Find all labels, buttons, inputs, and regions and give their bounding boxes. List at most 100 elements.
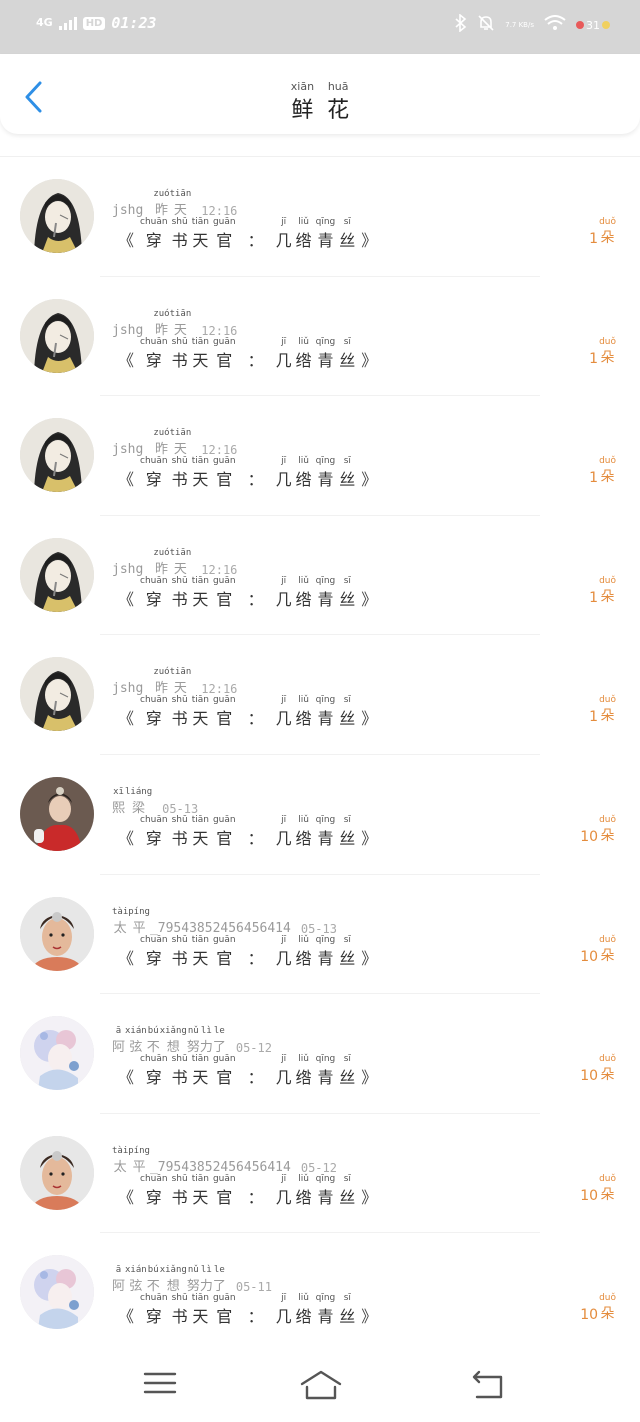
title-char: tiān 天 (191, 217, 209, 250)
title-char: shū 书 (171, 217, 188, 250)
list-item[interactable]: jshg zuó 昨 tiān 天 12:16 《 chuān 穿 shū 书 tiān 天 guān 官 … (0, 516, 640, 636)
title-colon: ： (247, 350, 264, 370)
list-item[interactable]: jshg zuó 昨 tiān 天 12:16 《 chuān 穿 shū 书 tiān 天 guān 官 … (0, 157, 640, 277)
title-char: tiān 天 (191, 1173, 209, 1207)
title-colon: ： (247, 470, 264, 490)
username-char: lì 力 (199, 1026, 213, 1056)
title-char: jī 几 (275, 695, 292, 729)
avatar[interactable] (20, 418, 94, 493)
username-char: tài 太 (112, 1145, 129, 1175)
list-item[interactable]: ā 阿 xián 弦 bú 不 xiǎng 想 nǔ 努 lì 力 le 了 05-11 《 chuān 穿 shū… (0, 1233, 640, 1353)
signal-icon (58, 16, 77, 30)
avatar[interactable] (20, 1016, 94, 1091)
count-unit: duǒ 朵 (599, 456, 616, 486)
username: xī 熙 liáng 梁 (112, 787, 152, 816)
title-char: sī 丝 (339, 456, 356, 490)
avatar[interactable] (20, 298, 94, 373)
avatar[interactable] (20, 1255, 94, 1330)
count-unit: duǒ 朵 (599, 695, 616, 725)
username-char: bú 不 (146, 1265, 160, 1295)
title-char: liǔ 绺 (295, 1293, 312, 1327)
title-char: jī 几 (275, 336, 292, 370)
title-char: liǔ 绺 (295, 575, 312, 609)
time-day: zuó 昨 tiān 天 (153, 547, 192, 577)
title-colon: ： (247, 948, 264, 968)
wifi-icon (544, 15, 566, 35)
title-char: tiān 天 (191, 934, 209, 968)
title-colon: ： (247, 1068, 264, 1088)
title-char: shū 书 (171, 575, 188, 609)
title-char: chuān 穿 (140, 695, 168, 729)
close-bracket: 》 (361, 1187, 378, 1207)
book-title: 《 chuān 穿 shū 书 tiān 天 guān 官 ： jī 几 liǔ 绺 qīng 青 sī 丝》 (116, 935, 379, 969)
title-char: liǔ 绺 (295, 1173, 312, 1207)
title-char: shū 书 (171, 934, 188, 968)
close-bracket: 》 (361, 1307, 378, 1327)
username: ā 阿 xián 弦 bú 不 xiǎng 想 nǔ 努 lì 力 le 了 (112, 1026, 226, 1055)
close-bracket: 》 (361, 589, 378, 609)
close-bracket: 》 (361, 828, 378, 848)
title-char: tiān 天 (191, 1054, 209, 1088)
title-char: sī 丝 (339, 336, 356, 370)
username: jshg (112, 681, 144, 697)
list-item[interactable]: tài 太 píng 平 _79543852456456414 05-13 《 chuān 穿 s… (0, 875, 640, 995)
count-value: 1 (589, 589, 599, 606)
title-char: guān 官 (212, 1173, 236, 1207)
username-char: lì 力 (199, 1265, 213, 1295)
book-title: 《 chuān 穿 shū 书 tiān 天 guān 官 ： jī 几 liǔ 绺 qīng 青 sī 丝》 (116, 815, 379, 849)
title-char: jī 几 (275, 575, 292, 609)
title-colon: ： (247, 1187, 264, 1207)
home-button[interactable] (298, 1368, 344, 1402)
back-nav-button[interactable] (470, 1368, 510, 1402)
bluetooth-icon (455, 13, 467, 36)
title-char: chuān 穿 (140, 456, 168, 490)
avatar[interactable] (20, 179, 94, 253)
username-char: liáng 梁 (125, 786, 153, 816)
username-char: nǔ 努 (186, 1265, 200, 1295)
mute-bell-icon (477, 14, 495, 36)
title-char: shū 书 (171, 695, 188, 729)
title-char: tiān 天 (191, 575, 209, 609)
title-char: liǔ 绺 (295, 217, 312, 250)
title-char: chuān 穿 (140, 217, 168, 250)
title-char: guān 官 (212, 1054, 236, 1088)
count-unit: duǒ 朵 (599, 575, 616, 605)
item-meta: jshg zuó 昨 tiān 天 12:16 (112, 667, 237, 696)
battery-icon: 31 (576, 19, 610, 32)
avatar[interactable] (20, 537, 94, 612)
username: jshg (112, 442, 144, 458)
book-title: 《 chuān 穿 shū 书 tiān 天 guān 官 ： jī 几 liǔ 绺 qīng 青 sī 丝》 (116, 695, 379, 729)
book-title: 《 chuān 穿 shū 书 tiān 天 guān 官 ： jī 几 liǔ 绺 qīng 青 sī 丝》 (116, 456, 379, 490)
title-char: jī 几 (275, 1173, 292, 1207)
avatar[interactable] (20, 896, 94, 971)
avatar[interactable] (20, 776, 94, 851)
list-item[interactable]: xī 熙 liáng 梁 05-13 《 chuān 穿 shū 书 tiān 天 guān 官 ： jī 几… (0, 755, 640, 875)
time-day: zuó 昨 tiān 天 (153, 308, 192, 338)
title-char: liǔ 绺 (295, 456, 312, 490)
list-item[interactable]: tài 太 píng 平 _79543852456456414 05-12 《 chuān 穿 s… (0, 1114, 640, 1234)
list-item[interactable]: jshg zuó 昨 tiān 天 12:16 《 chuān 穿 shū 书 tiān 天 guān 官 … (0, 277, 640, 397)
title-char: sī 丝 (339, 1293, 356, 1327)
title-char: guān 官 (212, 217, 236, 250)
username: tài 太 píng 平 _79543852456456414 (112, 1146, 291, 1175)
return-icon (472, 1370, 503, 1399)
list-item[interactable]: ā 阿 xián 弦 bú 不 xiǎng 想 nǔ 努 lì 力 le 了 05-12 《 chuān 穿 shū… (0, 994, 640, 1114)
title-char: liǔ 绺 (295, 695, 312, 729)
open-bracket: 《 (118, 231, 135, 250)
timestamp: 05-12 (300, 1160, 337, 1175)
book-title: 《 chuān 穿 shū 书 tiān 天 guān 官 ： jī 几 liǔ 绺 qīng 青 sī 丝》 (116, 1174, 379, 1208)
clock: 01:23 (111, 14, 157, 32)
status-bar: 4G HD 01:23 7.7 KB/s 31 (0, 0, 640, 54)
avatar[interactable] (20, 1135, 94, 1210)
timestamp: 12:16 (201, 682, 238, 697)
username: jshg (112, 322, 144, 338)
flower-count: 1 duǒ 朵 (589, 217, 616, 247)
title-char: jī 几 (275, 934, 292, 968)
list-item[interactable]: jshg zuó 昨 tiān 天 12:16 《 chuān 穿 shū 书 tiān 天 guān 官 … (0, 396, 640, 516)
list-item[interactable]: jshg zuó 昨 tiān 天 12:16 《 chuān 穿 shū 书 tiān 天 guān 官 … (0, 635, 640, 755)
username-char: bú 不 (146, 1026, 160, 1056)
count-unit: duǒ 朵 (599, 934, 616, 964)
flower-count: 10 duǒ 朵 (580, 1054, 616, 1084)
menu-button[interactable] (142, 1368, 182, 1402)
avatar[interactable] (20, 657, 94, 732)
